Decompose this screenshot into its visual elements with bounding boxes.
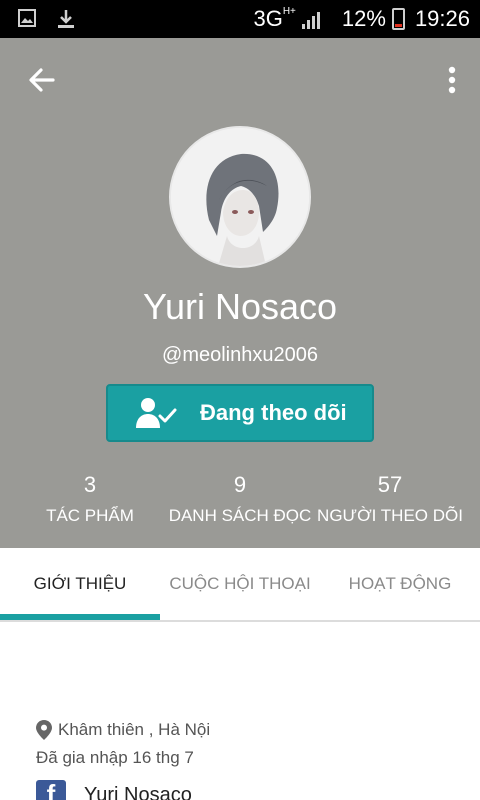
facebook-name: Yuri Nosaco: [84, 783, 192, 800]
more-vertical-icon: [448, 66, 456, 94]
active-tab-indicator: [0, 614, 160, 620]
following-button[interactable]: Đang theo dõi: [106, 384, 374, 442]
tab-activity[interactable]: HOẠT ĐỘNG: [320, 548, 480, 620]
following-button-label: Đang theo dõi: [200, 400, 347, 425]
stat-label: NGƯỜI THEO DÕI: [317, 506, 463, 525]
stat-label: TÁC PHẨM: [46, 506, 134, 525]
avatar-image: [171, 128, 309, 266]
battery-icon: [391, 8, 405, 30]
stat-works[interactable]: 3 TÁC PHẨM: [10, 472, 170, 526]
profile-handle: @meolinhxu2006: [162, 344, 318, 366]
stat-value: 57: [377, 472, 403, 497]
network-sup: H+: [282, 6, 296, 17]
profile-stats: 3 TÁC PHẨM 9 DANH SÁCH ĐỌC 57 NGƯỜI THEO…: [0, 472, 480, 532]
stat-value: 9: [233, 472, 247, 497]
battery-percent: 12%: [341, 6, 386, 31]
network-type: 3GH+: [253, 6, 296, 31]
signal-icon: [301, 9, 320, 29]
status-bar: 3GH+ 12% 19:26: [0, 0, 480, 38]
tab-conversations[interactable]: CUỘC HỘI THOẠI: [160, 548, 320, 620]
location-pin-icon: [36, 720, 52, 740]
avatar[interactable]: [169, 126, 311, 268]
profile-header: Yuri Nosaco @meolinhxu2006 Đang theo dõi…: [0, 38, 480, 548]
location-text: Khâm thiên , Hà Nội: [58, 720, 211, 739]
back-arrow-icon: [29, 68, 55, 92]
joined-date: Đã gia nhập 16 thg 7: [36, 748, 194, 767]
download-icon: [58, 10, 74, 28]
more-menu-button[interactable]: [448, 66, 456, 94]
user-check-icon: [136, 398, 177, 428]
facebook-icon: f: [36, 780, 66, 800]
back-button[interactable]: [26, 64, 58, 96]
profile-tabs: GIỚI THIỆU CUỘC HỘI THOẠI HOẠT ĐỘNG: [0, 548, 480, 622]
location-row: Khâm thiên , Hà Nội: [36, 720, 210, 740]
stat-reading-lists[interactable]: 9 DANH SÁCH ĐỌC: [160, 472, 320, 526]
facebook-link[interactable]: f Yuri Nosaco: [36, 780, 192, 800]
stat-label: DANH SÁCH ĐỌC: [168, 506, 312, 525]
stat-followers[interactable]: 57 NGƯỜI THEO DÕI: [310, 472, 470, 526]
tab-about[interactable]: GIỚI THIỆU: [0, 548, 160, 620]
image-icon: [18, 9, 36, 27]
clock: 19:26: [414, 6, 470, 31]
stat-value: 3: [83, 472, 97, 497]
about-section: Khâm thiên , Hà Nội Đã gia nhập 16 thg 7…: [0, 624, 480, 800]
profile-name: Yuri Nosaco: [142, 286, 338, 327]
